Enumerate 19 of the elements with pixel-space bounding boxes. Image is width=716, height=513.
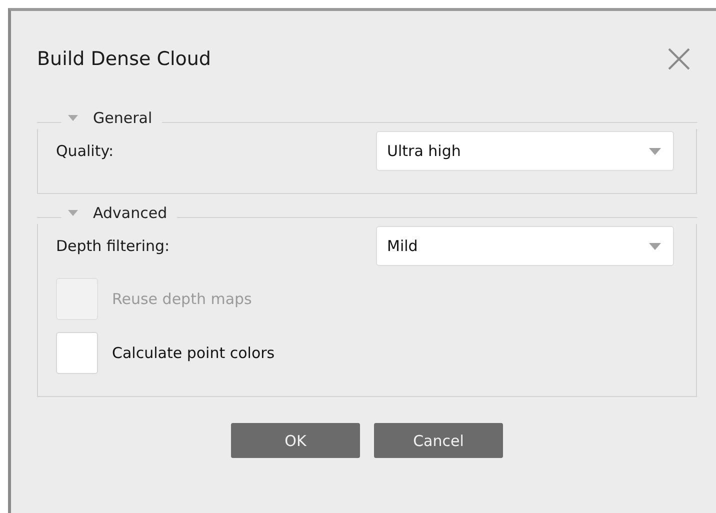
checkbox-label: Reuse depth maps: [112, 290, 252, 308]
field-label: Depth filtering:: [56, 237, 170, 255]
group-title: Advanced: [93, 204, 168, 222]
caret-icon[interactable]: [67, 114, 79, 122]
caret-icon[interactable]: [67, 209, 79, 217]
checkbox[interactable]: [56, 332, 98, 374]
field-label: Quality:: [56, 142, 114, 160]
checkbox-label: Calculate point colors: [112, 344, 275, 362]
caret-icon: [649, 242, 661, 250]
dialog-button[interactable]: Cancel: [374, 423, 503, 458]
dropdown-value: Mild: [387, 237, 418, 255]
dialog-button[interactable]: OK: [231, 423, 360, 458]
close-icon[interactable]: [668, 48, 690, 70]
dropdown-value: Ultra high: [387, 142, 461, 160]
dropdown[interactable]: Ultra high: [376, 131, 674, 171]
caret-icon: [649, 148, 661, 154]
dropdown[interactable]: Mild: [376, 226, 674, 266]
window-title: Build Dense Cloud: [37, 48, 211, 70]
group-title: General: [93, 109, 152, 127]
